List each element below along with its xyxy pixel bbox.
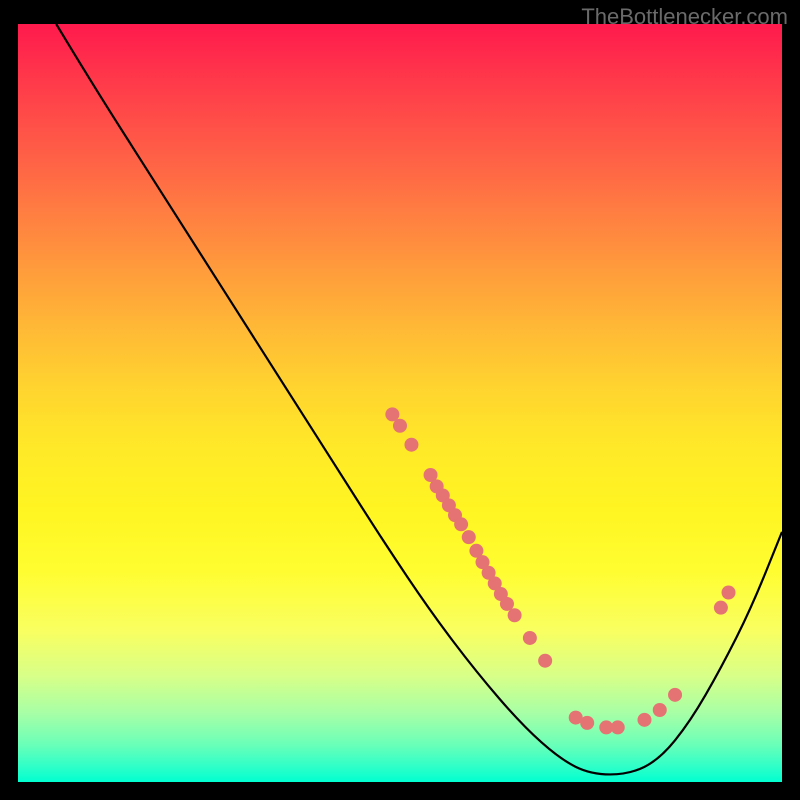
points-group <box>385 407 735 734</box>
data-point <box>393 419 407 433</box>
data-point <box>454 517 468 531</box>
plot-area <box>18 24 782 782</box>
chart-svg <box>18 24 782 782</box>
data-point <box>611 720 625 734</box>
data-point <box>462 530 476 544</box>
data-point <box>500 597 514 611</box>
data-point <box>523 631 537 645</box>
chart-container: TheBottlenecker.com <box>0 0 800 800</box>
data-point <box>714 601 728 615</box>
curve-line <box>56 24 782 774</box>
data-point <box>580 716 594 730</box>
watermark-text: TheBottlenecker.com <box>581 4 788 30</box>
data-point <box>722 586 736 600</box>
data-point <box>668 688 682 702</box>
data-point <box>508 608 522 622</box>
data-point <box>653 703 667 717</box>
data-point <box>538 654 552 668</box>
data-point <box>404 438 418 452</box>
data-point <box>385 407 399 421</box>
data-point <box>637 713 651 727</box>
